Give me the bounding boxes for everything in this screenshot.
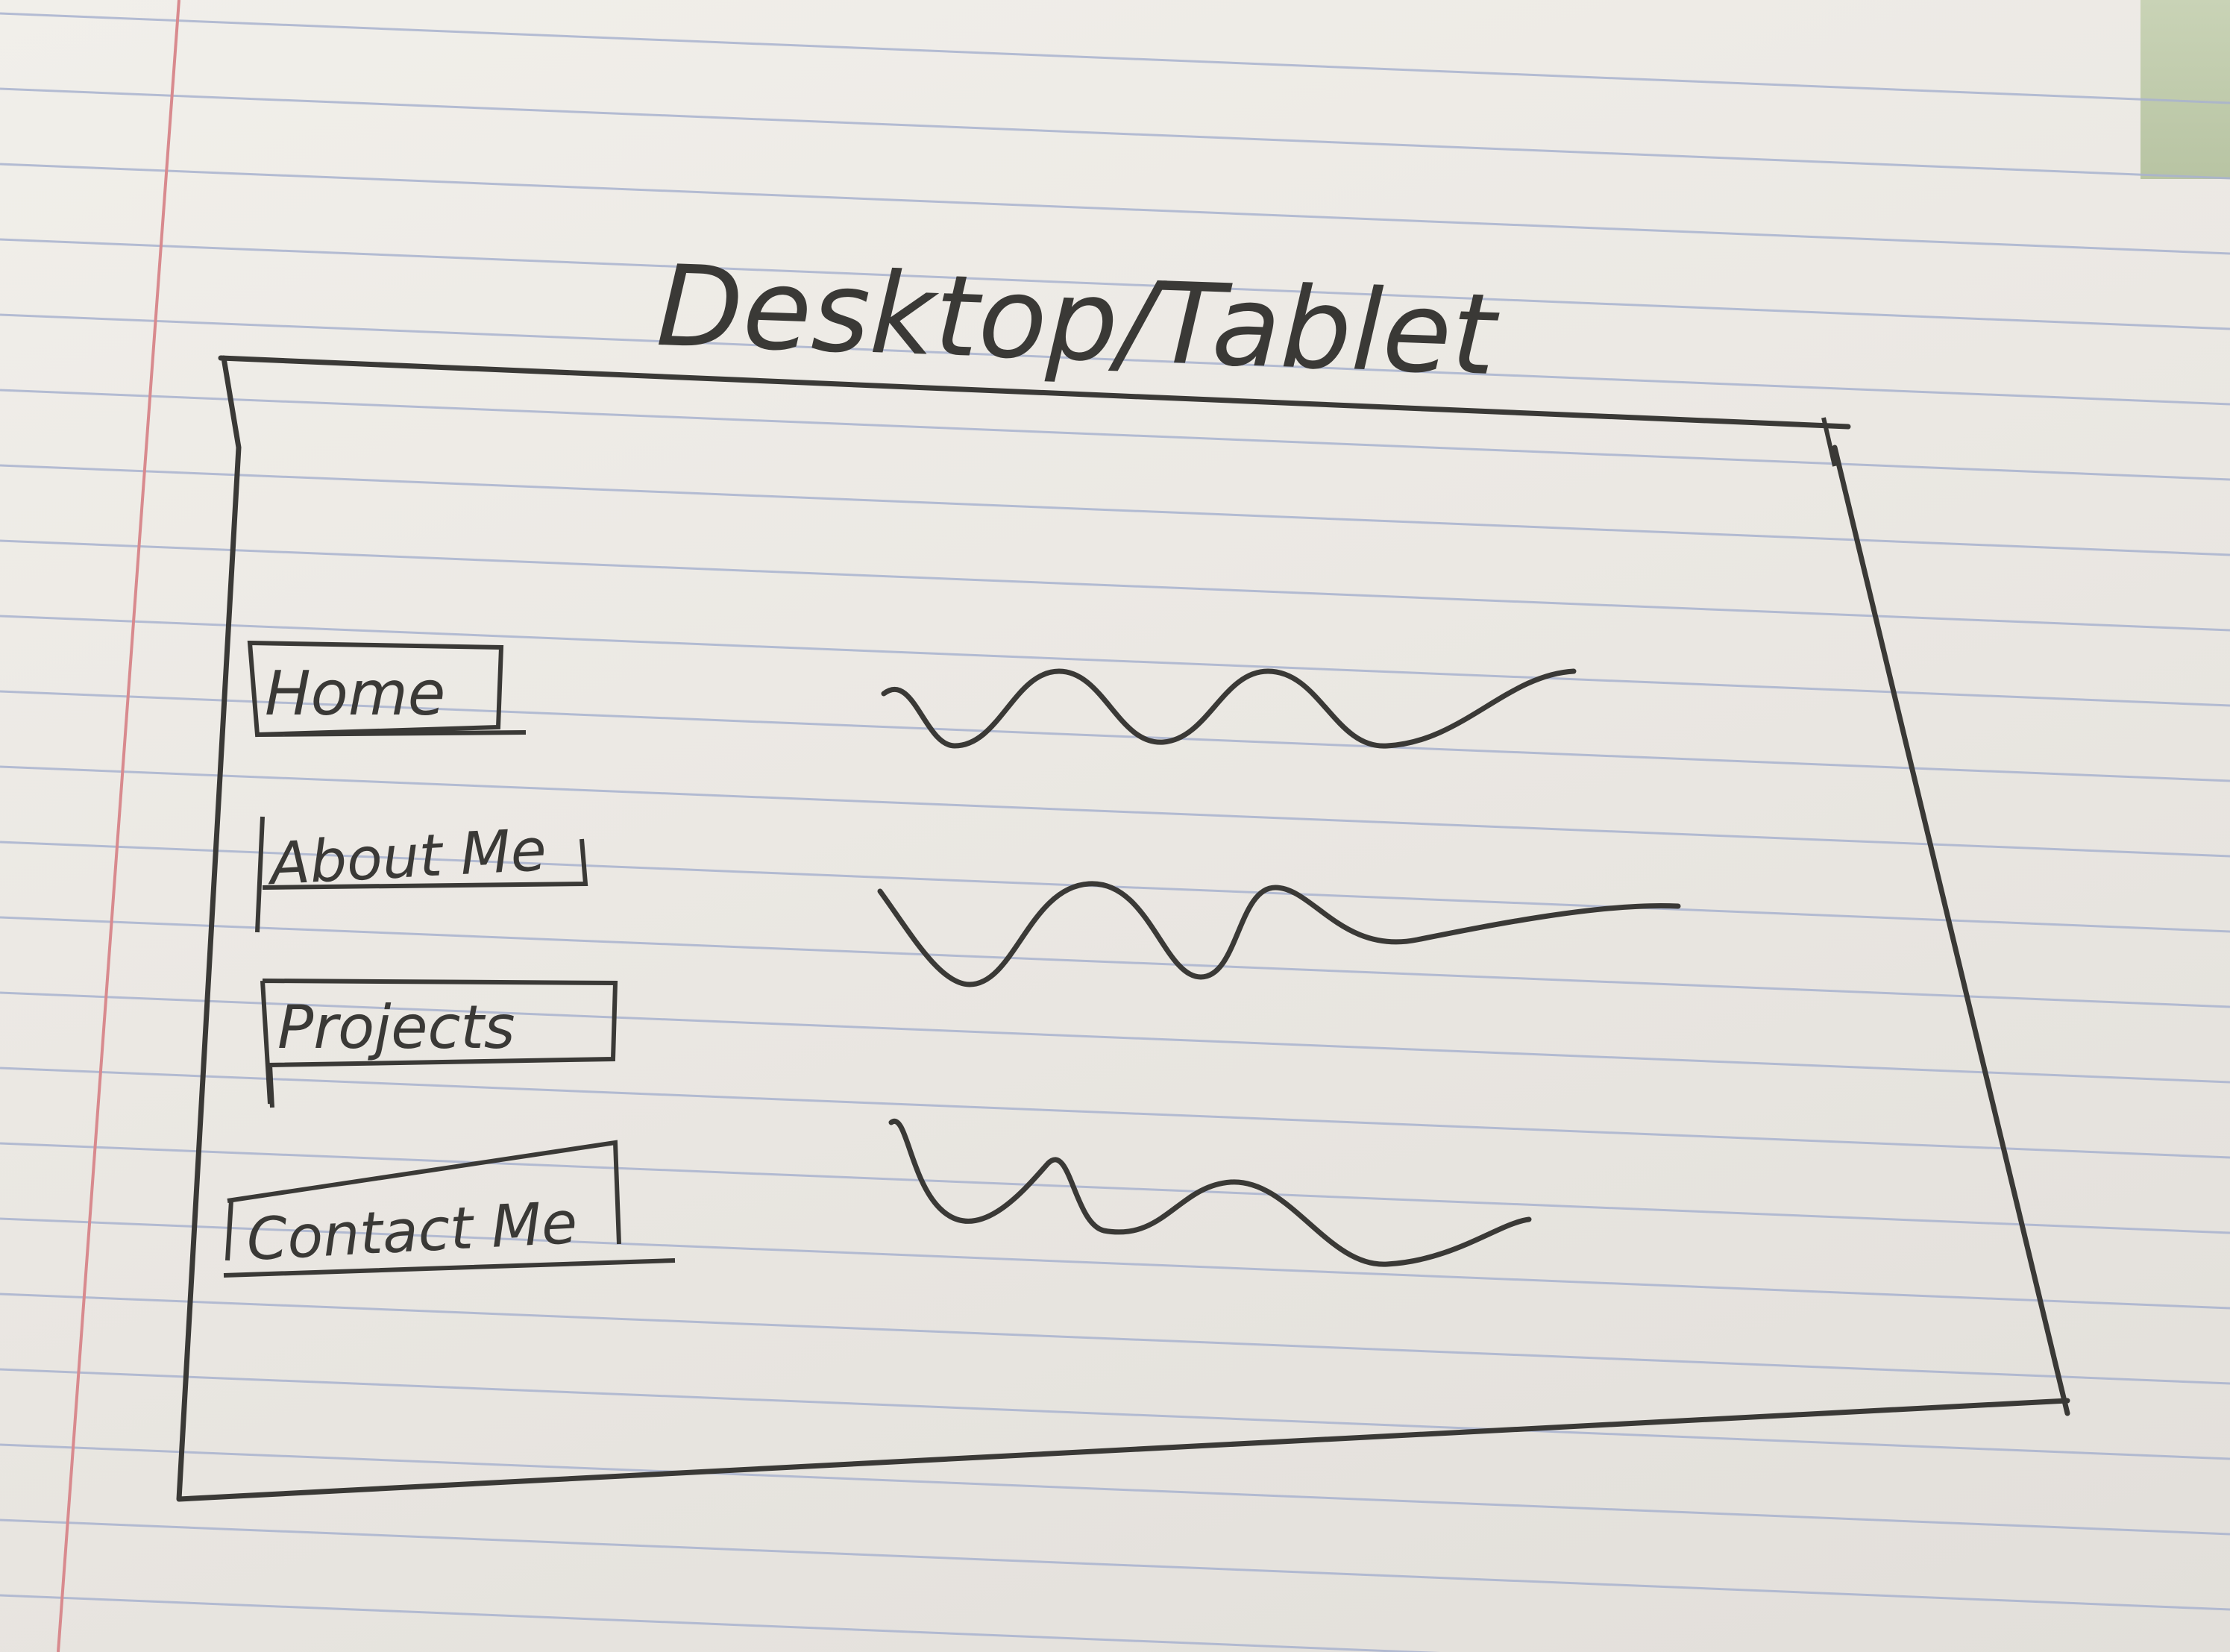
ruled-line [0,87,2230,180]
nav-button-home[interactable]: Home [247,640,527,738]
ruled-line [0,1594,1441,1652]
margin-line [57,0,180,1652]
nav-button-about-me[interactable]: About Me [255,816,588,933]
nav-button-contact-me[interactable]: Contact Me [223,1140,676,1278]
ruled-line [0,1293,2230,1385]
ruled-line [0,1368,2230,1460]
ruled-line [0,163,2230,255]
content-placeholder-squiggle-1 [881,668,1577,749]
ruled-line [0,389,2230,481]
nav-label-contact-me: Contact Me [245,1190,579,1274]
ruled-line [0,539,2230,632]
nav-button-projects[interactable]: Projects [260,979,618,1108]
desktop-frame [176,355,2070,1502]
nav-label-projects: Projects [277,993,515,1062]
ruled-line [0,1518,2230,1611]
nav-label-home: Home [265,659,445,729]
ruled-line [0,464,2230,556]
ruled-line [0,12,2230,104]
sketch-title: Desktop/Tablet [655,242,1501,401]
wireframe-sketch: Desktop/Tablet Home About Me Projects Co… [0,0,2230,1652]
ruled-line [0,1067,2230,1159]
notebook-paper: Desktop/Tablet Home About Me Projects Co… [0,0,2230,1652]
